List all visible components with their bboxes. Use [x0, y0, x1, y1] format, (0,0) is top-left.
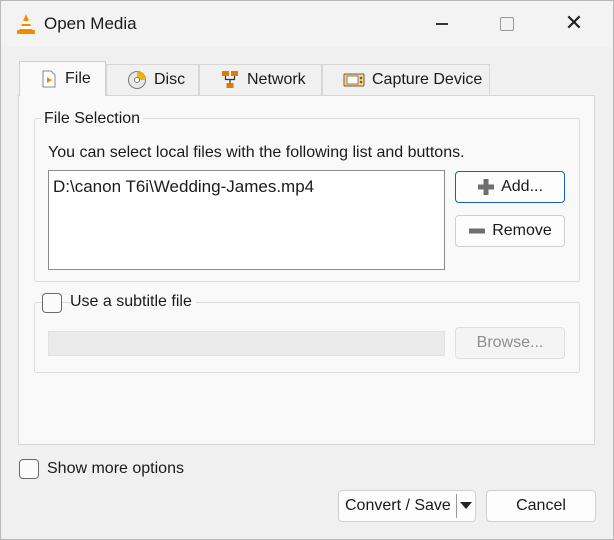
subtitle-path-field [48, 331, 445, 356]
show-more-options-label[interactable]: Show more options [47, 460, 184, 478]
tab-disc[interactable]: Disc [106, 64, 199, 95]
chevron-down-icon[interactable] [460, 502, 472, 509]
show-more-options-checkbox[interactable] [19, 459, 39, 479]
plus-icon [478, 179, 495, 195]
window-title: Open Media [44, 14, 137, 33]
file-list[interactable]: D:\canon T6i\Wedding-James.mp4 [48, 170, 445, 270]
open-media-dialog: Open Media ✕ File Disc Network Capture D… [0, 0, 614, 540]
tab-label: Network [247, 71, 306, 88]
cancel-button[interactable]: Cancel [486, 490, 596, 522]
file-selection-hint: You can select local files with the foll… [48, 144, 465, 161]
disc-icon [128, 71, 146, 89]
tab-label: File [65, 70, 91, 87]
subtitle-checkbox[interactable] [42, 293, 62, 313]
tab-label: Disc [154, 71, 186, 88]
maximize-icon [500, 17, 514, 31]
maximize-button[interactable] [484, 1, 530, 47]
minimize-button[interactable] [419, 1, 465, 47]
tab-file[interactable]: File [19, 61, 106, 96]
convert-save-label: Convert / Save [345, 497, 451, 514]
file-selection-label: File Selection [41, 110, 144, 128]
file-play-icon [42, 70, 56, 88]
browse-button: Browse... [455, 327, 565, 359]
tab-network[interactable]: Network [199, 64, 322, 95]
browse-button-label: Browse... [476, 334, 544, 351]
capture-device-icon [343, 73, 365, 87]
add-button[interactable]: Add... [455, 171, 565, 203]
vlc-cone-icon [17, 14, 35, 34]
remove-button-label: Remove [492, 222, 552, 239]
close-icon: ✕ [564, 11, 584, 36]
network-icon [222, 71, 238, 88]
split-divider [456, 494, 457, 518]
list-item[interactable]: D:\canon T6i\Wedding-James.mp4 [53, 177, 314, 197]
convert-save-button[interactable]: Convert / Save [338, 490, 476, 522]
title-bar[interactable]: Open Media ✕ [1, 1, 613, 47]
close-button[interactable]: ✕ [551, 1, 597, 47]
minimize-icon [436, 23, 448, 25]
remove-button[interactable]: Remove [455, 215, 565, 247]
cancel-button-label: Cancel [516, 497, 566, 514]
tab-label: Capture Device [372, 71, 483, 88]
tab-capture-device[interactable]: Capture Device [322, 64, 490, 95]
subtitle-checkbox-label[interactable]: Use a subtitle file [70, 293, 196, 311]
add-button-label: Add... [501, 178, 543, 195]
minus-icon [469, 228, 486, 234]
